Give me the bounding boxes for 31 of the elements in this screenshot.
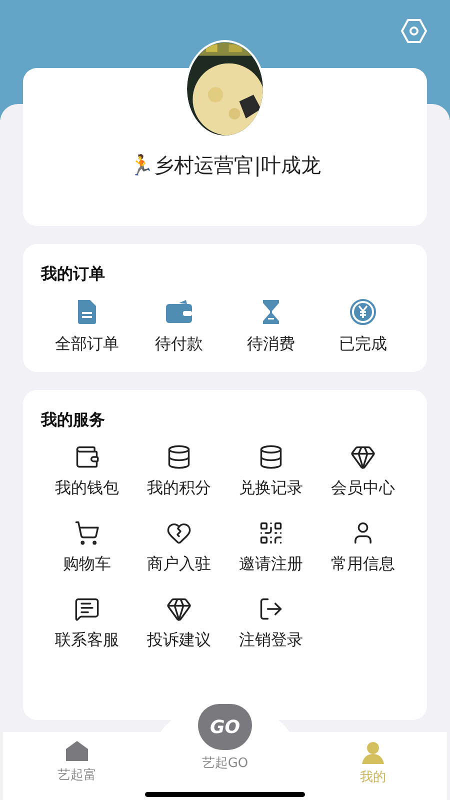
cart-icon bbox=[74, 520, 100, 546]
yen-coin-icon bbox=[349, 298, 377, 326]
menu-label[interactable]: 投诉建议 bbox=[147, 628, 211, 652]
menu-label[interactable]: 全部订单 bbox=[55, 332, 119, 356]
settings-icon[interactable] bbox=[401, 18, 427, 44]
menu-label[interactable]: 我的积分 bbox=[147, 476, 211, 500]
logout-icon bbox=[258, 596, 284, 622]
wallet-icon bbox=[165, 298, 193, 326]
section-title: 我的服务 bbox=[41, 409, 106, 431]
diamond-icon bbox=[166, 596, 192, 622]
qr-code-icon bbox=[258, 520, 284, 546]
coin-stack-icon bbox=[166, 444, 192, 470]
menu-label[interactable]: 常用信息 bbox=[331, 552, 395, 576]
user-name: 🏃乡村运营官|叶成龙 bbox=[129, 152, 321, 179]
menu-label[interactable]: 联系客服 bbox=[55, 628, 119, 652]
menu-label[interactable]: 我的钱包 bbox=[55, 476, 119, 500]
chat-bubble-icon bbox=[74, 596, 100, 622]
menu-label[interactable]: 会员中心 bbox=[331, 476, 395, 500]
logo-text: GO bbox=[210, 716, 240, 740]
menu-label[interactable]: 待消费 bbox=[247, 332, 295, 356]
menu-label[interactable]: 邀请注册 bbox=[239, 552, 303, 576]
coin-stack-icon bbox=[258, 444, 284, 470]
menu-label[interactable]: 商户入驻 bbox=[147, 552, 211, 576]
section-title: 我的订单 bbox=[41, 263, 106, 285]
menu-label[interactable]: 注销登录 bbox=[239, 628, 303, 652]
menu-label[interactable]: 待付款 bbox=[155, 332, 203, 356]
menu-label[interactable]: 已完成 bbox=[339, 332, 387, 356]
diamond-icon bbox=[350, 444, 376, 470]
menu-label[interactable]: 兑换记录 bbox=[239, 476, 303, 500]
menu-label[interactable]: 购物车 bbox=[63, 552, 111, 576]
wallet-icon bbox=[74, 444, 100, 470]
